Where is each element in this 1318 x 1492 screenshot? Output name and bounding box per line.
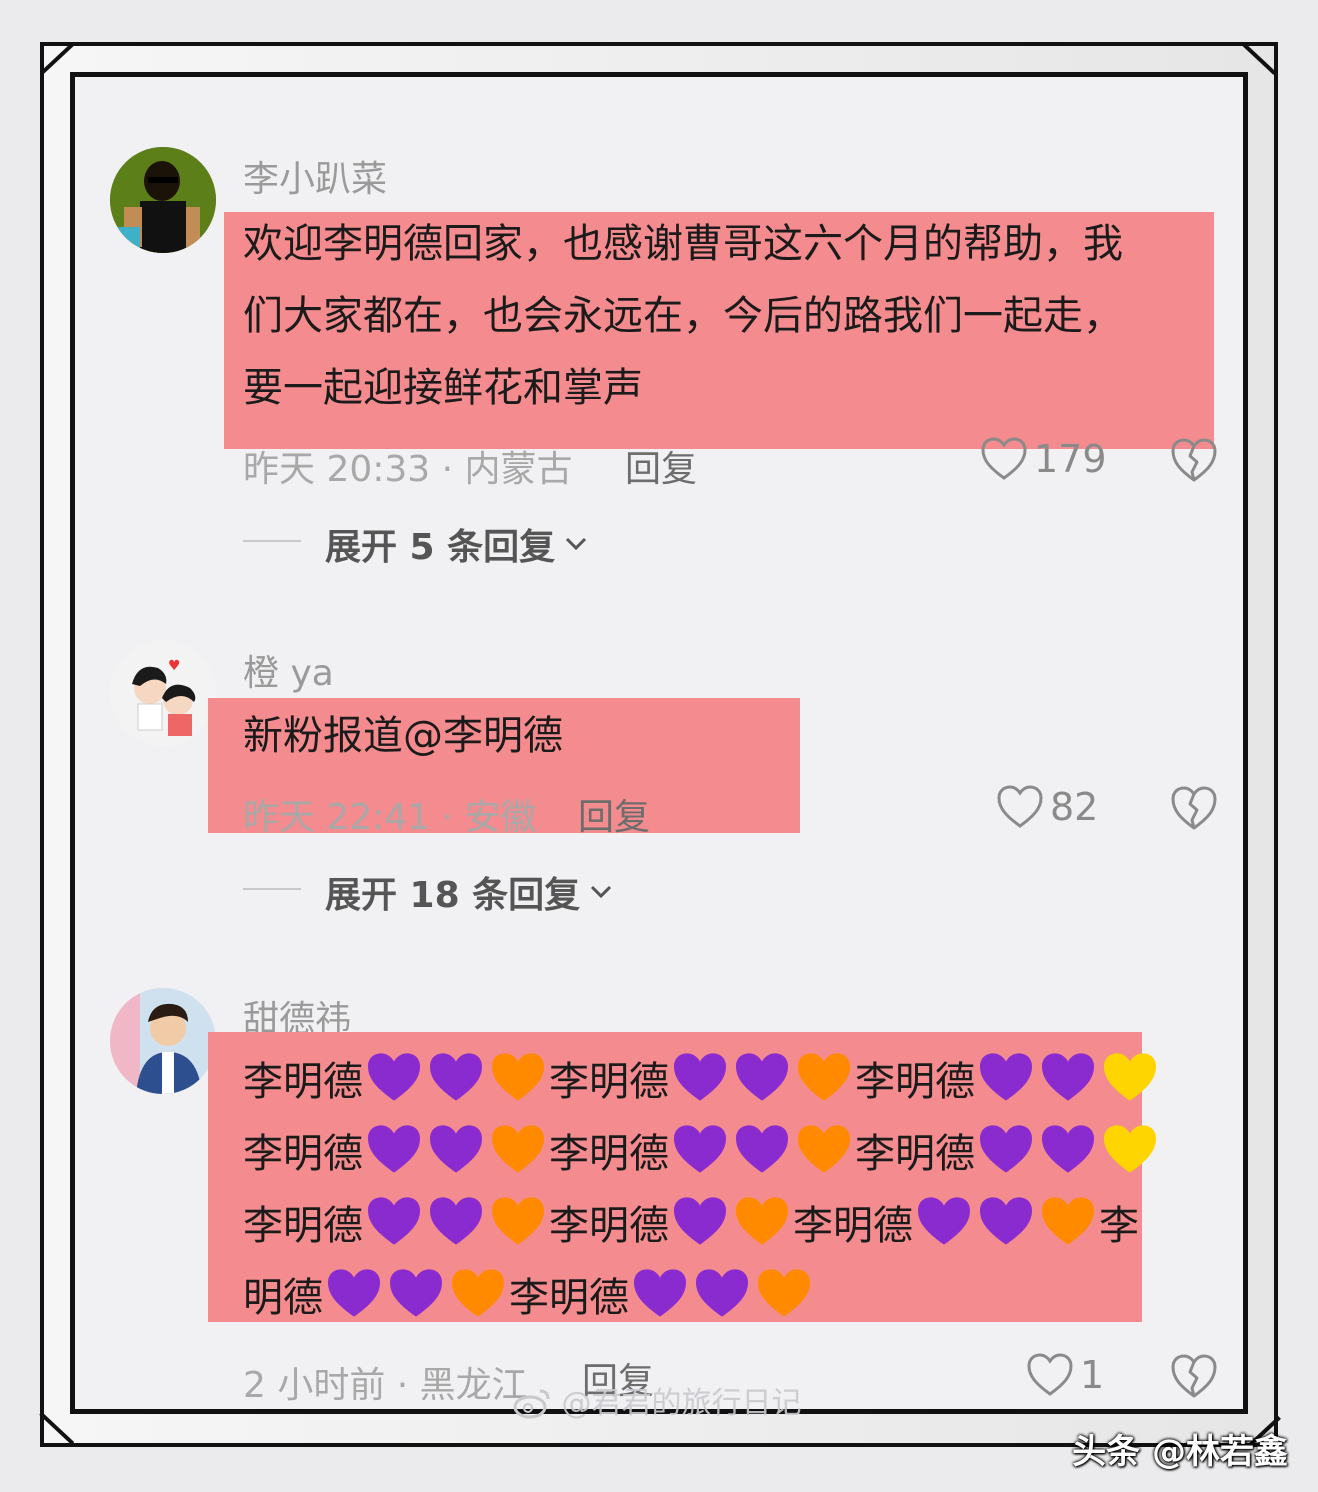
broken-heart-icon[interactable] — [1170, 436, 1218, 484]
orange-heart-emoji — [452, 1269, 504, 1317]
expand-replies-button[interactable]: 展开 18 条回复 — [325, 866, 612, 918]
brand-watermark: 头条 @林若鑫 — [1072, 1432, 1288, 1472]
orange-heart-emoji — [798, 1125, 850, 1173]
mention-text: 李明德 — [243, 1131, 363, 1177]
purple-heart-emoji — [1042, 1125, 1094, 1173]
purple-heart-emoji — [696, 1269, 748, 1317]
svg-text:♥: ♥ — [168, 658, 181, 674]
broken-heart-icon[interactable] — [1170, 784, 1218, 832]
like-button[interactable]: 82 — [996, 784, 1098, 830]
purple-heart-emoji — [736, 1053, 788, 1101]
purple-heart-emoji — [430, 1053, 482, 1101]
reply-button[interactable]: 回复 — [625, 440, 697, 492]
purple-heart-emoji — [674, 1197, 726, 1245]
heart-outline-icon — [981, 437, 1027, 480]
mention-text: 李明德 — [509, 1275, 629, 1321]
yellow-heart-emoji — [1104, 1125, 1156, 1173]
purple-heart-emoji — [390, 1269, 442, 1317]
mention-text: 李明德 — [549, 1131, 669, 1177]
weibo-watermark: @君君的旅行日记 — [512, 1378, 802, 1422]
yellow-heart-emoji — [1104, 1053, 1156, 1101]
comment-line: 明德 李明德 — [243, 1262, 1223, 1334]
expand-label: 展开 18 条回复 — [325, 875, 581, 916]
purple-heart-emoji — [1042, 1053, 1094, 1101]
purple-heart-emoji — [674, 1125, 726, 1173]
username[interactable]: 橙 ya — [243, 644, 334, 696]
broken-heart-icon[interactable] — [1170, 1352, 1218, 1400]
avatar[interactable] — [110, 147, 216, 253]
like-button[interactable]: 1 — [1026, 1352, 1104, 1398]
like-count: 1 — [1080, 1353, 1105, 1397]
comment-line: 欢迎李明德回家，也感谢曹哥这六个月的帮助，我 — [243, 221, 1123, 267]
orange-heart-emoji — [758, 1269, 810, 1317]
mention-text: 李明德 — [549, 1203, 669, 1249]
reply-button[interactable]: 回复 — [578, 788, 650, 840]
comment-line: 李明德 李明德 李明德 — [243, 1118, 1223, 1190]
mention-text: 李明德 — [243, 1059, 363, 1105]
orange-heart-emoji — [492, 1125, 544, 1173]
expand-label: 展开 5 条回复 — [325, 527, 556, 568]
purple-heart-emoji — [368, 1053, 420, 1101]
comment-text: 李明德 李明德 李明德 李明德 李明德 李明德 李明德 李明德 李明德李明德 李明德 — [243, 1046, 1223, 1334]
watermark-text: @君君的旅行日记 — [561, 1386, 802, 1421]
orange-heart-emoji — [492, 1053, 544, 1101]
username[interactable]: 李小趴菜 — [243, 150, 387, 202]
purple-heart-emoji — [328, 1269, 380, 1317]
heart-outline-icon — [997, 785, 1043, 828]
comment-time-location: 昨天 20:33 · 内蒙古 — [243, 449, 573, 490]
purple-heart-emoji — [368, 1125, 420, 1173]
mention-text: 李 — [1099, 1203, 1139, 1249]
expand-replies-button[interactable]: 展开 5 条回复 — [325, 518, 587, 570]
comment-text: 新粉报道@李明德 — [243, 713, 563, 759]
chevron-down-icon — [591, 885, 612, 899]
comment-line: 李明德 李明德 李明德 — [243, 1046, 1223, 1118]
purple-heart-emoji — [430, 1125, 482, 1173]
purple-heart-emoji — [980, 1053, 1032, 1101]
like-count: 179 — [1034, 437, 1107, 481]
mention-text: 李明德 — [549, 1059, 669, 1105]
purple-heart-emoji — [634, 1269, 686, 1317]
purple-heart-emoji — [368, 1197, 420, 1245]
comment-line: 要一起迎接鲜花和掌声 — [243, 365, 643, 411]
comment-line: 李明德 李明德 李明德 李 — [243, 1190, 1223, 1262]
mention-text: 明德 — [243, 1275, 323, 1321]
purple-heart-emoji — [430, 1197, 482, 1245]
comment-text: 欢迎李明德回家，也感谢曹哥这六个月的帮助，我 们大家都在，也会永远在，今后的路我… — [243, 208, 1223, 424]
mention-text: 李明德 — [793, 1203, 913, 1249]
orange-heart-emoji — [736, 1197, 788, 1245]
orange-heart-emoji — [798, 1053, 850, 1101]
orange-heart-emoji — [1042, 1197, 1094, 1245]
like-button[interactable]: 179 — [980, 436, 1107, 482]
mention-text: 李明德 — [855, 1059, 975, 1105]
comment-line: 们大家都在，也会永远在，今后的路我们一起走， — [243, 293, 1123, 339]
divider — [243, 888, 301, 890]
chevron-down-icon — [566, 537, 587, 551]
orange-heart-emoji — [492, 1197, 544, 1245]
weibo-logo-icon — [513, 1389, 550, 1419]
avatar[interactable]: ♥ — [110, 640, 216, 746]
comment-time-location: 昨天 22:41 · 安徽 — [243, 797, 537, 838]
purple-heart-emoji — [736, 1125, 788, 1173]
purple-heart-emoji — [918, 1197, 970, 1245]
purple-heart-emoji — [980, 1197, 1032, 1245]
purple-heart-emoji — [980, 1125, 1032, 1173]
divider — [243, 540, 301, 542]
mention-text: 李明德 — [243, 1203, 363, 1249]
heart-outline-icon — [1027, 1353, 1073, 1396]
purple-heart-emoji — [674, 1053, 726, 1101]
mention-text: 李明德 — [855, 1131, 975, 1177]
comment-time-location: 2 小时前 · 黑龙江 — [243, 1365, 528, 1406]
avatar[interactable] — [110, 988, 216, 1094]
like-count: 82 — [1050, 785, 1099, 829]
